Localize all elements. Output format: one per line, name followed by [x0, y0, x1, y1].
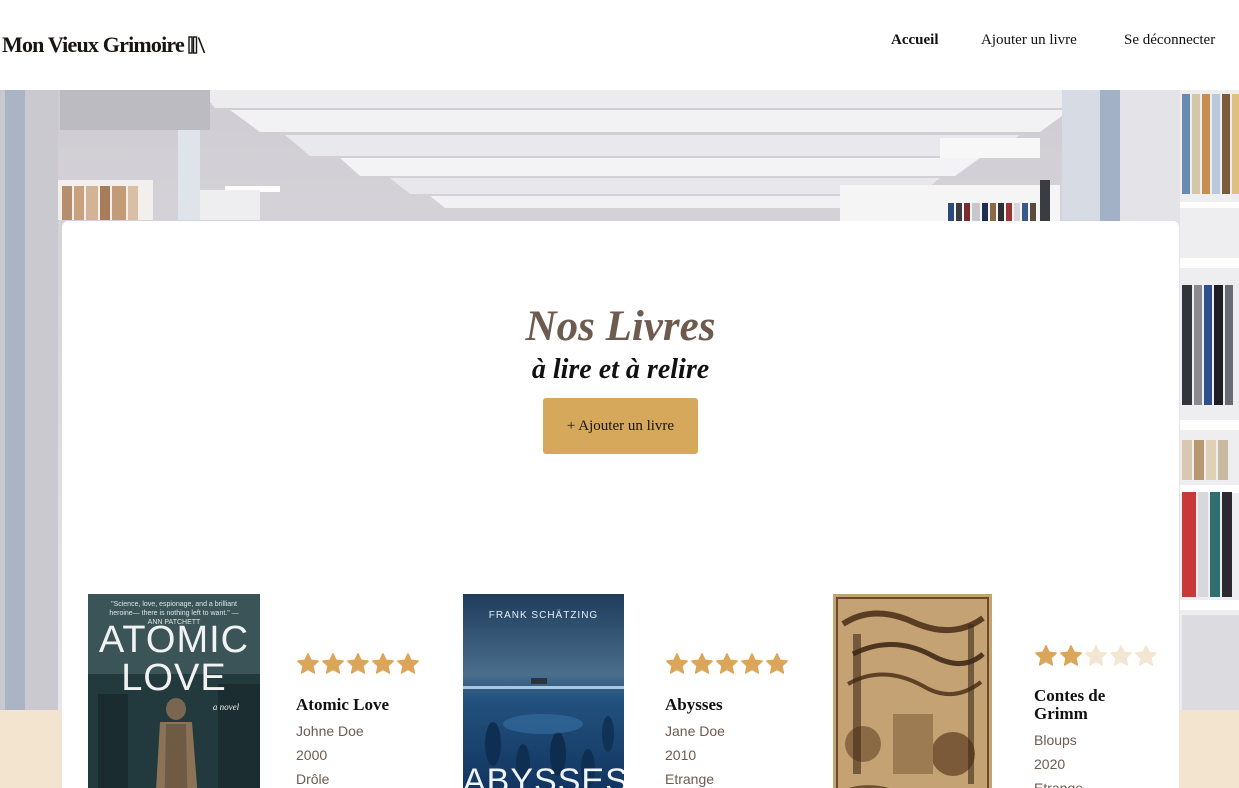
cover-title-atomic-love-2: LOVE	[121, 657, 227, 699]
book-genre-atomic-love: Drôle	[296, 771, 330, 787]
star-filled-icon	[1060, 645, 1082, 666]
cover-author-abysses: FRANK SCHÄTZING	[488, 610, 599, 621]
book-genre-abysses: Etrange	[665, 771, 715, 787]
book-cover-contes-de-grimm[interactable]	[833, 594, 992, 788]
star-filled-icon	[716, 653, 738, 674]
star-filled-icon	[297, 653, 319, 674]
page-subtitle: à lire et à relire	[531, 354, 710, 385]
book-year-atomic-love: 2000	[296, 747, 328, 763]
star-filled-icon	[691, 653, 713, 674]
star-filled-icon	[766, 653, 788, 674]
nav-home-link[interactable]: Accueil	[891, 32, 938, 50]
star-empty-icon	[1085, 645, 1107, 666]
book-year-contes-de-grimm: 2020	[1034, 756, 1066, 772]
nav-add-book-link[interactable]: Ajouter un livre	[981, 32, 1077, 50]
add-book-button[interactable]: + Ajouter un livre	[543, 398, 698, 454]
books-icon	[188, 35, 206, 55]
nav-logout-link[interactable]: Se déconnecter	[1124, 32, 1215, 50]
book-card-contes-de-grimm[interactable]: Contes de Grimm Bloups 2020 Etrange	[833, 594, 1179, 788]
cover-art-abysses	[463, 594, 624, 788]
cover-title-atomic-love-1: ATOMIC	[98, 619, 250, 661]
book-author-abysses: Jane Doe	[665, 723, 725, 739]
book-title-atomic-love[interactable]: Atomic Love	[296, 696, 426, 714]
cover-art-contes-de-grimm	[833, 594, 992, 788]
rating-stars-contes-de-grimm	[1034, 644, 1158, 668]
book-year-abysses: 2010	[665, 747, 697, 763]
logo-text: Mon Vieux Grimoire	[2, 32, 185, 57]
star-filled-icon	[1035, 645, 1057, 666]
book-title-abysses[interactable]: Abysses	[665, 696, 795, 714]
book-author-contes-de-grimm: Bloups	[1034, 732, 1077, 748]
rating-stars-atomic-love	[296, 652, 420, 676]
cover-title-abysses: ABYSSES	[463, 762, 624, 788]
book-cover-abysses[interactable]: FRANK SCHÄTZING ABYSSES	[463, 594, 624, 788]
books-card: Nos Livres à lire et à relire + Ajouter …	[62, 221, 1179, 788]
rating-stars-abysses	[665, 652, 789, 676]
star-filled-icon	[397, 653, 419, 674]
book-author-atomic-love: Johne Doe	[296, 723, 364, 739]
site-header: Mon Vieux Grimoire Accueil Ajouter un li…	[0, 0, 1239, 90]
book-card-atomic-love[interactable]: "Science, love, espionage, and a brillia…	[88, 594, 428, 788]
page-title: Nos Livres	[525, 303, 716, 350]
star-empty-icon	[1110, 645, 1132, 666]
book-cover-atomic-love[interactable]: "Science, love, espionage, and a brillia…	[88, 594, 260, 788]
book-genre-contes-de-grimm: Etrange	[1034, 780, 1084, 788]
star-filled-icon	[347, 653, 369, 674]
star-empty-icon	[1135, 645, 1157, 666]
book-card-abysses[interactable]: FRANK SCHÄTZING ABYSSES Abysses Jane Doe…	[463, 594, 803, 788]
star-filled-icon	[372, 653, 394, 674]
star-filled-icon	[741, 653, 763, 674]
book-title-contes-de-grimm[interactable]: Contes de Grimm	[1034, 687, 1144, 723]
cover-subtitle-atomic-love: a novel	[212, 702, 240, 712]
star-filled-icon	[666, 653, 688, 674]
site-logo[interactable]: Mon Vieux Grimoire	[2, 32, 206, 58]
star-filled-icon	[322, 653, 344, 674]
